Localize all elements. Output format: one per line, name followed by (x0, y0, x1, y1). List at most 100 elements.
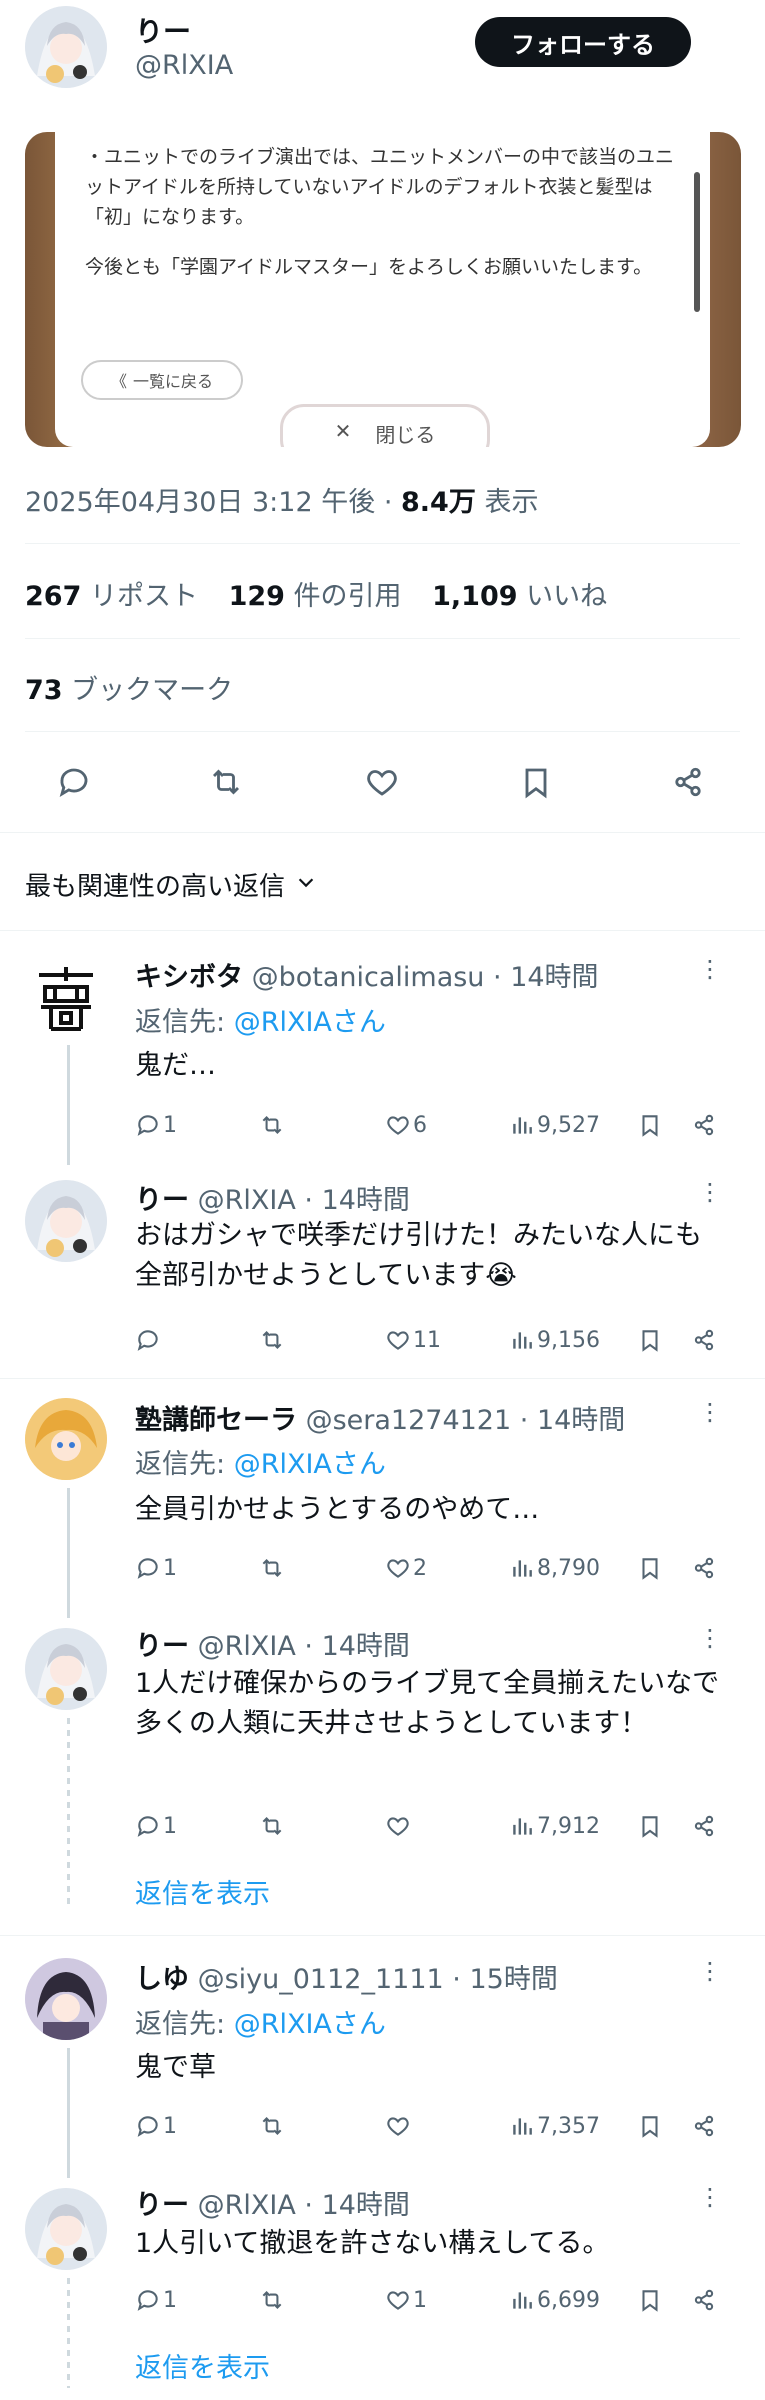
reply-repost-button[interactable] (259, 2280, 285, 2320)
author-display-name[interactable]: りー (135, 10, 191, 50)
reply-reply-button[interactable]: 1 (135, 1548, 177, 1588)
more-options-icon[interactable]: ⋮ (698, 1398, 723, 1426)
reply-author-name[interactable]: りー (135, 1185, 189, 1216)
reply-author-name[interactable]: しゆ (135, 1964, 189, 1995)
reply-avatar[interactable] (25, 1628, 107, 1710)
reply-reply-button[interactable]: 1 (135, 2280, 177, 2320)
reply-views[interactable]: 6,699 (509, 2280, 600, 2320)
reply-author-handle[interactable]: @RlXIA (198, 1631, 296, 1662)
quotes-stat[interactable]: 129 件の引用 (229, 581, 402, 612)
reposts-stat[interactable]: 267 リポスト (25, 581, 198, 612)
reply-time[interactable]: 14時間 (322, 1185, 410, 1216)
reply-views[interactable]: 9,527 (509, 1105, 600, 1145)
author-handle[interactable]: @RlXIA (135, 50, 233, 81)
reply-views[interactable]: 7,912 (509, 1806, 600, 1846)
reply-author-handle[interactable]: @RlXIA (198, 1185, 296, 1216)
bookmarks-stat[interactable]: 73 ブックマーク (25, 668, 233, 707)
reply-bookmark-button[interactable] (637, 1105, 663, 1145)
reply-share-button[interactable] (691, 2280, 717, 2320)
reply-count: 1 (163, 2113, 177, 2139)
reply-avatar[interactable] (25, 955, 107, 1037)
share-icon[interactable] (670, 764, 706, 800)
reply-bookmark-button[interactable] (637, 1548, 663, 1588)
reply-repost-button[interactable] (259, 2106, 285, 2146)
reply-avatar[interactable] (25, 2188, 107, 2270)
divider (25, 543, 740, 544)
reply-share-button[interactable] (691, 1806, 717, 1846)
reply-reply-button[interactable]: 1 (135, 1806, 177, 1846)
tweet-timestamp[interactable]: 2025年04月30日 3:12 午後 (25, 487, 375, 518)
like-icon[interactable] (364, 764, 400, 800)
reply-time[interactable]: 14時間 (510, 962, 598, 993)
reply-share-button[interactable] (691, 1320, 717, 1360)
reply-author-name[interactable]: りー (135, 1631, 189, 1662)
replying-to-handle[interactable]: @RlXIAさん (234, 1007, 386, 1038)
reply-time[interactable]: 15時間 (469, 1964, 557, 1995)
reply-repost-button[interactable] (259, 1105, 285, 1145)
reply-text: 全員引かせようとするのやめて… (135, 1494, 540, 1525)
reply-share-button[interactable] (691, 2106, 717, 2146)
bookmark-icon (642, 1330, 658, 1352)
views-count: 8.4万 (401, 487, 476, 518)
reply-bookmark-button[interactable] (637, 2106, 663, 2146)
reply-bookmark-button[interactable] (637, 2280, 663, 2320)
like-count: 11 (413, 1327, 441, 1353)
follow-button[interactable]: フォローする (475, 17, 691, 67)
reply-views[interactable]: 8,790 (509, 1548, 600, 1588)
reply-repost-button[interactable] (259, 1548, 285, 1588)
show-replies-link[interactable]: 返信を表示 (135, 2346, 270, 2385)
reply-repost-button[interactable] (259, 1320, 285, 1360)
divider (0, 1935, 765, 1936)
reply-author-handle[interactable]: @siyu_0112_1111 (198, 1964, 444, 1995)
reply-text: 1人引いて撤退を許さない構えしてる。 (135, 2228, 610, 2259)
reply-reply-button[interactable] (135, 1320, 163, 1360)
reply-text: 1人だけ確保からのライブ見て全員揃えたいなで多くの人類に天井させようとしています… (135, 1668, 720, 1739)
reply-avatar[interactable] (25, 1398, 107, 1480)
reply-share-button[interactable] (691, 1548, 717, 1588)
likes-stat[interactable]: 1,109 いいね (432, 581, 607, 612)
reply-header: しゆ @siyu_0112_1111 · 15時間 (135, 1957, 558, 1996)
reply-reply-button[interactable]: 1 (135, 2106, 177, 2146)
reply-author-name[interactable]: 塾講師セーラ (135, 1405, 297, 1436)
share-icon (694, 2115, 714, 2137)
reply-author-name[interactable]: りー (135, 2190, 189, 2221)
reply-time[interactable]: 14時間 (322, 1631, 410, 1662)
more-options-icon[interactable]: ⋮ (698, 2183, 723, 2211)
replying-to-handle[interactable]: @RlXIAさん (234, 2009, 386, 2040)
reply-sort-dropdown[interactable]: 最も関連性の高い返信 (25, 866, 317, 903)
reply-author-handle[interactable]: @sera1274121 (306, 1405, 512, 1436)
more-options-icon[interactable]: ⋮ (698, 1957, 723, 1985)
announcement-paragraph-1: ・ユニットでのライブ演出では、ユニットメンバーの中で該当のユニットアイドルを所持… (85, 146, 675, 228)
reply-like-button[interactable]: 11 (385, 1320, 441, 1360)
replying-to-handle[interactable]: @RlXIAさん (234, 1449, 386, 1480)
reply-views[interactable]: 7,357 (509, 2106, 600, 2146)
bookmark-icon[interactable] (518, 764, 554, 800)
more-options-icon[interactable]: ⋮ (698, 955, 723, 983)
reply-like-button[interactable]: 2 (385, 1548, 427, 1588)
reply-avatar[interactable] (25, 1180, 107, 1262)
more-options-icon[interactable]: ⋮ (698, 1178, 723, 1206)
more-options-icon[interactable]: ⋮ (698, 1624, 723, 1652)
reply-repost-button[interactable] (259, 1806, 285, 1846)
reply-icon[interactable] (56, 764, 92, 800)
reply-avatar[interactable] (25, 1958, 107, 2040)
reply-bookmark-button[interactable] (637, 1320, 663, 1360)
reply-like-button[interactable] (385, 2106, 413, 2146)
tweet-media-image[interactable]: ・ユニットでのライブ演出では、ユニットメンバーの中で該当のユニットアイドルを所持… (25, 132, 741, 447)
reply-bookmark-button[interactable] (637, 1806, 663, 1846)
reply-author-handle[interactable]: @RlXIA (198, 2190, 296, 2221)
reply-like-button[interactable]: 1 (385, 2280, 427, 2320)
repost-icon[interactable] (208, 764, 244, 800)
reply-share-button[interactable] (691, 1105, 717, 1145)
reply-time[interactable]: 14時間 (322, 2190, 410, 2221)
reply-views[interactable]: 9,156 (509, 1320, 600, 1360)
reply-author-name[interactable]: キシボタ (135, 962, 243, 993)
show-replies-link[interactable]: 返信を表示 (135, 1872, 270, 1911)
reply-like-button[interactable] (385, 1806, 413, 1846)
reply-reply-button[interactable]: 1 (135, 1105, 177, 1145)
reply-like-button[interactable]: 6 (385, 1105, 427, 1145)
reply-author-handle[interactable]: @botanicalimasu (252, 962, 485, 993)
author-avatar[interactable] (25, 6, 107, 88)
reply-time[interactable]: 14時間 (537, 1405, 625, 1436)
tweet-meta: 2025年04月30日 3:12 午後 · 8.4万 表示 (25, 480, 538, 519)
